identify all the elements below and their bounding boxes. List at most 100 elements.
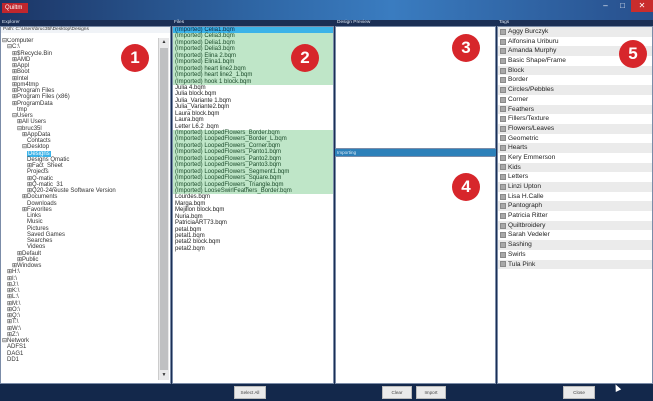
tag-row[interactable]: Swirls: [498, 250, 652, 260]
scroll-thumb[interactable]: [160, 48, 168, 370]
close-button[interactable]: Close: [563, 386, 595, 399]
tag-label: Flowers/Leaves: [508, 124, 555, 132]
tag-checkbox[interactable]: [500, 116, 506, 123]
scroll-down-icon[interactable]: ▼: [159, 371, 169, 380]
tag-checkbox[interactable]: [500, 193, 506, 200]
explorer-scrollbar[interactable]: ▲ ▼: [158, 38, 169, 380]
tag-label: Feathers: [508, 105, 535, 113]
tree-item-label: ⊞H:\: [7, 269, 20, 276]
file-row[interactable]: petal2.bqm: [173, 246, 333, 252]
callout-badge-1: 1: [121, 44, 149, 72]
tag-row[interactable]: Sarah Vedeler: [498, 230, 652, 240]
tag-checkbox[interactable]: [500, 232, 506, 239]
clear-button[interactable]: Clear: [382, 386, 412, 399]
bottom-toolbar: [0, 384, 653, 401]
tag-checkbox[interactable]: [500, 145, 506, 152]
maximize-icon[interactable]: □: [614, 0, 631, 12]
tag-row[interactable]: Feathers: [498, 104, 652, 115]
tag-row[interactable]: Patricia Ritter: [498, 211, 652, 221]
tag-row[interactable]: Flowers/Leaves: [498, 123, 652, 134]
tag-row[interactable]: Tula Pink: [498, 259, 652, 270]
tag-row[interactable]: Circles/Pebbles: [498, 85, 652, 95]
tree-item-label: ⊞J:\: [7, 281, 19, 288]
tag-row[interactable]: Lisa H.Calle: [498, 192, 652, 202]
tag-row[interactable]: Quiltbroidery: [498, 220, 652, 231]
tag-label: Fillers/Texture: [508, 115, 550, 123]
tag-label: Pantograph: [508, 202, 543, 210]
tag-row[interactable]: Geometric: [498, 134, 652, 144]
tag-row[interactable]: Linzi Upton: [498, 182, 652, 192]
tag-checkbox[interactable]: [500, 251, 506, 258]
tag-checkbox[interactable]: [500, 174, 506, 181]
tag-row[interactable]: Kery Emmerson: [498, 153, 652, 163]
tree-item-label: ⊞Public: [17, 256, 39, 263]
tag-label: Linzi Upton: [508, 183, 541, 190]
tag-row[interactable]: Hearts: [498, 143, 652, 153]
tag-checkbox[interactable]: [500, 28, 506, 35]
callout-badge-2: 2: [291, 44, 319, 72]
tag-checkbox[interactable]: [500, 106, 506, 113]
tree-item-label: Searches: [27, 238, 53, 244]
tag-checkbox[interactable]: [500, 241, 506, 248]
tag-row[interactable]: Aggy Burczyk: [498, 27, 652, 37]
tag-row[interactable]: Kids: [498, 162, 652, 173]
tag-checkbox[interactable]: [500, 212, 506, 219]
tag-row[interactable]: Fillers/Texture: [498, 114, 652, 124]
tag-label: Hearts: [508, 144, 528, 152]
tag-checkbox[interactable]: [500, 57, 506, 64]
tag-label: Block: [508, 66, 525, 74]
tag-row[interactable]: Sashing: [498, 240, 652, 250]
select-all-button[interactable]: Select All: [234, 386, 266, 399]
tree-item-label: ⊞Intel: [12, 75, 29, 82]
close-icon[interactable]: ✕: [631, 0, 653, 12]
tag-checkbox[interactable]: [500, 48, 506, 55]
tag-checkbox[interactable]: [500, 261, 506, 268]
tag-row[interactable]: Letters: [498, 172, 652, 182]
tree-item[interactable]: DD1: [2, 357, 158, 363]
files-list: (Imported) Celia1.bqm (Imported) Celia3.b…: [172, 26, 334, 384]
tree-item-label: ⊞O:\: [7, 306, 21, 313]
tag-checkbox[interactable]: [500, 222, 506, 229]
tree-item-label: ⊟Computer: [2, 38, 34, 44]
tree-item-label: ⊞ProgramData: [12, 100, 53, 107]
tree-item-label: ⊞Q-matic_31: [27, 181, 64, 188]
tag-row[interactable]: Border: [498, 75, 652, 85]
tree-item-label: ⊞Q-matic: [27, 175, 54, 182]
tag-checkbox[interactable]: [500, 135, 506, 142]
tag-checkbox[interactable]: [500, 77, 506, 84]
tag-label: Corner: [508, 95, 529, 103]
minimize-icon[interactable]: –: [597, 0, 614, 12]
tree-item-label: ⊞W:\: [7, 325, 21, 332]
tree-item-label: ⊞Z:\: [7, 331, 20, 338]
tag-checkbox[interactable]: [500, 203, 506, 210]
tree-item-label: Videos: [27, 244, 46, 251]
tree-item-label: ⊞AMD: [12, 56, 31, 63]
tree-item-label: Designs: [27, 150, 51, 157]
tree-item-label: ⊞Windows: [12, 263, 42, 269]
import-button[interactable]: Import: [416, 386, 446, 399]
tag-checkbox[interactable]: [500, 67, 506, 74]
tag-checkbox[interactable]: [500, 86, 506, 93]
tree-item-label: ⊟C:\: [7, 44, 20, 51]
tag-checkbox[interactable]: [500, 154, 506, 161]
tag-checkbox[interactable]: [500, 183, 506, 190]
tag-checkbox[interactable]: [500, 96, 506, 103]
tag-label: Swirls: [508, 250, 526, 258]
tag-row[interactable]: Pantograph: [498, 201, 652, 212]
tree-item-label: ⊞Fact_Sheet: [27, 163, 63, 169]
tag-checkbox[interactable]: [500, 125, 506, 132]
title-bar: Quiltm – □ ✕: [0, 0, 653, 20]
scroll-up-icon[interactable]: ▲: [159, 38, 169, 47]
tag-checkbox[interactable]: [500, 164, 506, 171]
tree-item-label: ⊞Documents: [22, 194, 58, 201]
tag-row[interactable]: Corner: [498, 95, 652, 105]
tree-item-label: ⊞Program Files: [12, 88, 55, 94]
tree-item-label: ⊞All Users: [17, 119, 47, 126]
tree-item-label: ⊞K:\: [7, 288, 20, 294]
tree-item-label: ⊟Users: [12, 113, 33, 119]
tree-item-label: ⊟bruc35l: [17, 125, 42, 132]
tag-checkbox[interactable]: [500, 38, 506, 45]
tree-item-label: Projects: [27, 169, 49, 176]
callout-badge-4: 4: [452, 173, 480, 201]
tag-label: Geometric: [508, 134, 539, 142]
